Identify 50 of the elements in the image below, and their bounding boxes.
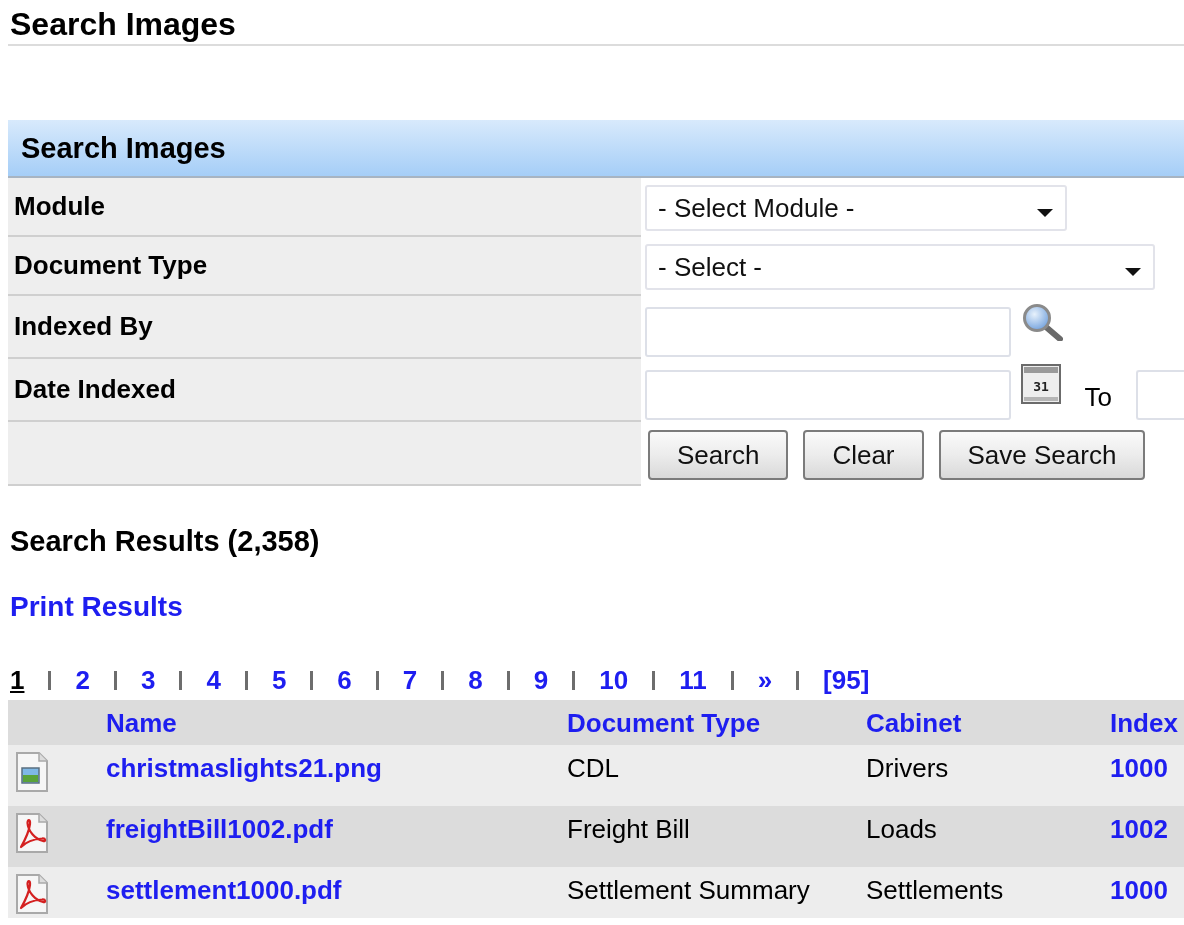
file-name-link[interactable]: freightBill1002.pdf xyxy=(106,814,333,844)
document-type-select[interactable]: - Select - xyxy=(645,244,1155,290)
date-to-field[interactable] xyxy=(1136,370,1184,420)
table-cell: Drivers xyxy=(866,753,949,783)
page-link[interactable]: » xyxy=(757,665,773,695)
search-icon[interactable] xyxy=(1021,303,1063,341)
print-results-link[interactable]: Print Results xyxy=(10,590,183,624)
field-label: Date Indexed xyxy=(8,359,641,422)
field-label: Module xyxy=(8,178,641,237)
page-link[interactable]: 5 xyxy=(271,665,287,695)
date-from-field[interactable] xyxy=(645,370,1011,420)
page-link[interactable]: 10 xyxy=(599,665,629,695)
index-link[interactable]: 1002 xyxy=(1110,814,1168,844)
page-link[interactable]: 2 xyxy=(75,665,90,695)
index-link[interactable]: 1000 xyxy=(1110,875,1168,905)
page-title: Search Images xyxy=(9,5,236,43)
column-header[interactable]: Cabinet xyxy=(866,707,962,738)
table-cell: Freight Bill xyxy=(567,814,690,844)
to-label: To xyxy=(1084,382,1112,412)
field-label: Indexed By xyxy=(8,296,641,359)
page-link[interactable]: 8 xyxy=(468,665,483,695)
save-search-button[interactable]: Save Search xyxy=(938,430,1146,480)
page-link[interactable]: 6 xyxy=(337,665,352,695)
module-select[interactable]: - Select Module - xyxy=(645,185,1067,231)
caret-icon xyxy=(1125,268,1141,276)
panel-header: Search Images xyxy=(8,120,1184,178)
table-cell: Settlements xyxy=(866,875,1004,905)
file-name-link[interactable]: christmaslights21.png xyxy=(106,753,382,783)
page-link[interactable]: 9 xyxy=(533,665,549,695)
table-cell: CDL xyxy=(567,753,619,783)
calendar-icon[interactable]: 31 xyxy=(1020,364,1061,404)
table-cell: Loads xyxy=(866,814,937,844)
page-link[interactable]: 1 xyxy=(10,665,25,695)
column-header[interactable]: Name xyxy=(106,707,177,738)
clear-button[interactable]: Clear xyxy=(803,430,924,480)
page-link[interactable]: 11 xyxy=(679,665,707,695)
page-link[interactable]: 3 xyxy=(140,665,156,695)
page-link[interactable]: 7 xyxy=(402,665,418,695)
field-label: Document Type xyxy=(8,237,641,296)
index-link[interactable]: 1000 xyxy=(1110,753,1168,783)
file-name-link[interactable]: settlement1000.pdf xyxy=(106,875,342,905)
caret-icon xyxy=(1037,209,1053,217)
page-link[interactable]: 4 xyxy=(206,665,221,695)
table-cell: Settlement Summary xyxy=(567,875,810,905)
page-link[interactable]: [95] xyxy=(823,665,870,695)
column-header[interactable]: Document Type xyxy=(567,707,761,738)
search-button[interactable]: Search xyxy=(648,430,789,480)
indexed-by-field[interactable] xyxy=(645,307,1011,357)
results-title: Search Results (2,358) xyxy=(10,524,320,559)
column-header[interactable]: Index xyxy=(1110,707,1178,738)
